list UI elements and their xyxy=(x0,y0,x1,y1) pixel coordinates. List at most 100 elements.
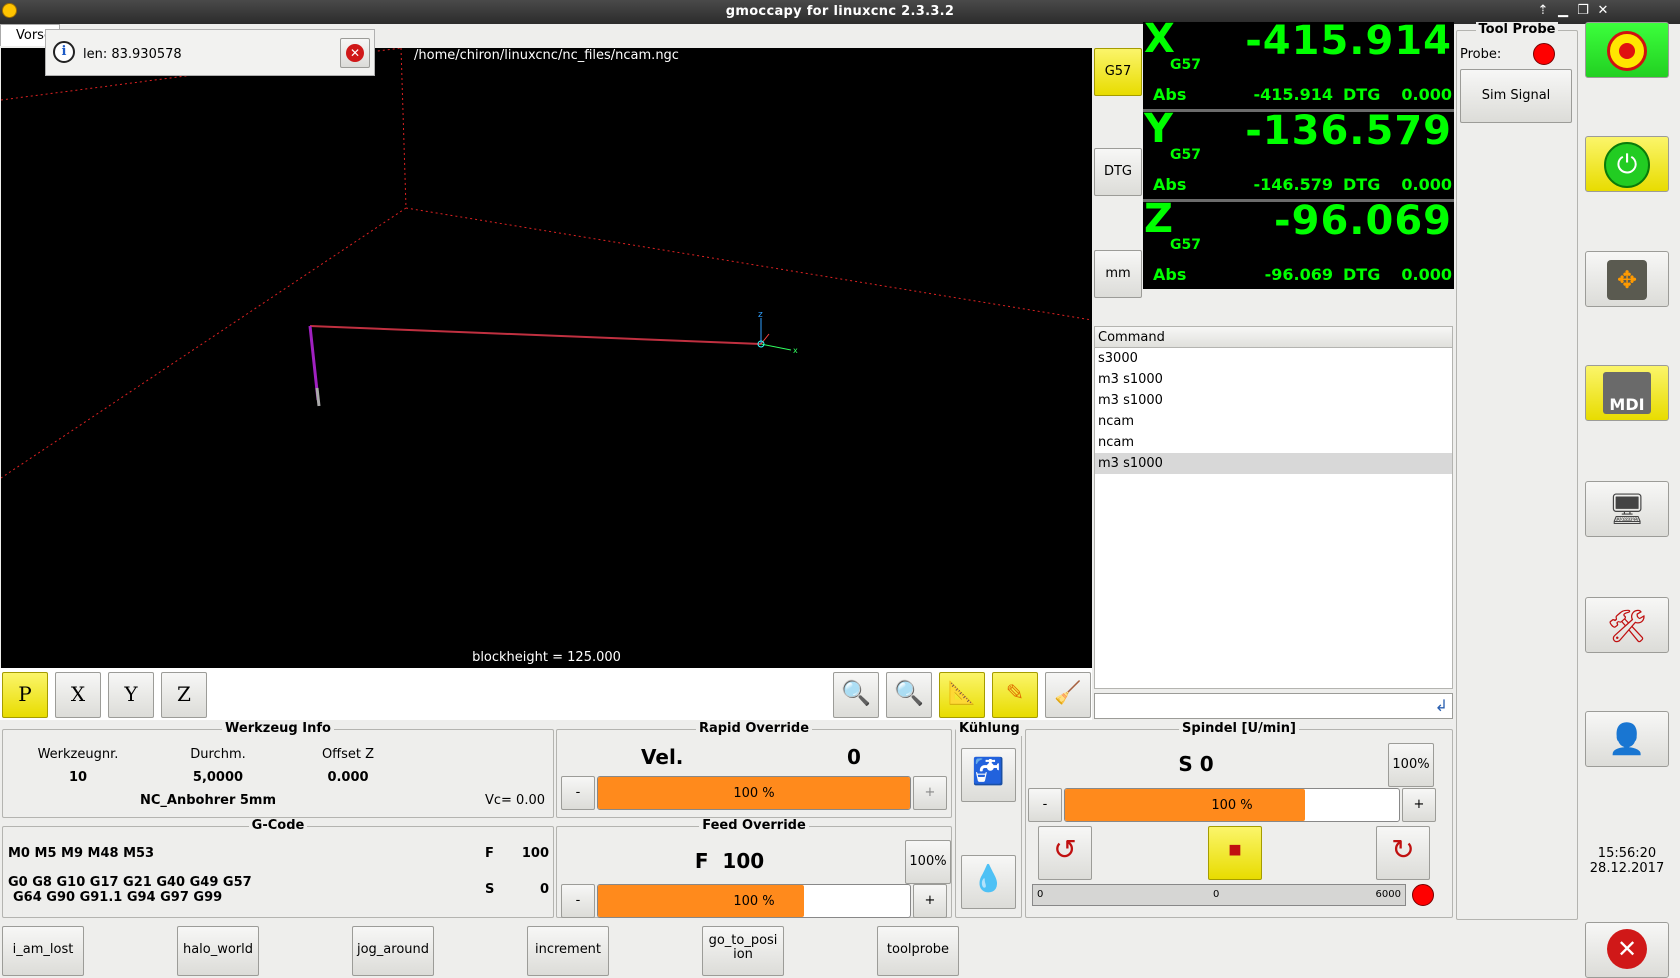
window-maximize-icon[interactable]: ❐ xyxy=(1575,3,1591,19)
macro-label: increment xyxy=(534,942,602,957)
close-info-button[interactable]: ✕ xyxy=(340,38,370,68)
spindle-plus-button[interactable]: + xyxy=(1402,788,1436,822)
list-item[interactable]: ncam xyxy=(1095,411,1452,432)
abs-label: Abs xyxy=(1153,85,1187,104)
plus-label: + xyxy=(1413,797,1425,812)
coord-system-label: G57 xyxy=(1104,64,1132,79)
units-button[interactable]: mm xyxy=(1094,250,1142,298)
show-dimensions-button[interactable]: 📐 xyxy=(939,672,985,718)
view-x-button[interactable]: X xyxy=(55,672,101,718)
macro-button-i-am-lost[interactable]: i_am_lost xyxy=(2,926,84,976)
gcode-title-wrap: G-Code xyxy=(3,818,553,833)
dtg-label: DTG xyxy=(1343,85,1381,104)
machine-power-button[interactable]: ⏻ xyxy=(1585,136,1669,192)
spindle-stop-button[interactable]: ⏹ xyxy=(1208,826,1262,880)
flood-coolant-button[interactable]: 🚰 xyxy=(961,748,1016,802)
rapid-minus-button[interactable]: - xyxy=(561,776,595,810)
list-item[interactable]: ncam xyxy=(1095,432,1452,453)
feed-value: 100 xyxy=(521,846,549,861)
sim-signal-button[interactable]: Sim Signal xyxy=(1460,69,1572,123)
coord-system-button[interactable]: G57 xyxy=(1094,48,1142,96)
spindle-reset-button[interactable]: 100% xyxy=(1388,743,1434,787)
abs-value: -96.069 xyxy=(1264,265,1333,284)
macro-button-increment[interactable]: increment xyxy=(527,926,609,976)
mist-coolant-button[interactable]: 💧 xyxy=(961,855,1016,909)
abs-value: -146.579 xyxy=(1253,175,1333,194)
rapid-plus-button[interactable]: + xyxy=(913,776,947,810)
feed-reset-label: 100% xyxy=(909,854,947,869)
spindle-panel: Spindel [U/min] S 0 100% - 100 % + ↺ ⏹ ↻… xyxy=(1025,721,1453,918)
clear-plot-button[interactable]: 🧹 xyxy=(1045,672,1091,718)
spindle-forward-button[interactable]: ↺ xyxy=(1038,826,1092,880)
feed-plus-button[interactable]: + xyxy=(913,884,947,918)
view-p-label: P xyxy=(18,682,32,706)
view-y-button[interactable]: Y xyxy=(108,672,154,718)
macro-button-jog-around[interactable]: jog_around xyxy=(352,926,434,976)
spindle-title-wrap: Spindel [U/min] xyxy=(1026,721,1452,736)
list-item[interactable]: m3 s1000 xyxy=(1095,369,1452,390)
command-history[interactable]: Command s3000 m3 s1000 m3 s1000 ncam nca… xyxy=(1094,326,1453,689)
settings-button[interactable]: 🛠 xyxy=(1585,597,1669,653)
plus-label: + xyxy=(924,785,936,800)
probe-led xyxy=(1533,43,1555,65)
macro-button-halo-world[interactable]: halo_world xyxy=(177,926,259,976)
view-z-button[interactable]: Z xyxy=(161,672,207,718)
feed-display: F 100 xyxy=(694,849,765,873)
mdi-input[interactable]: ↲ xyxy=(1094,693,1453,719)
window-minimize-icon[interactable]: ▁ xyxy=(1555,3,1571,19)
mdi-mode-button[interactable]: MDI xyxy=(1585,365,1669,421)
dtg-value: 0.000 xyxy=(1401,175,1452,194)
macro-label: halo_world xyxy=(182,942,254,957)
spindle-speed: S 0 xyxy=(1178,752,1214,776)
estop-button[interactable] xyxy=(1585,22,1669,78)
macro-label: i_am_lost xyxy=(12,942,74,957)
list-item-selected[interactable]: m3 s1000 xyxy=(1095,453,1452,474)
auto-mode-button[interactable]: 🖥 xyxy=(1585,481,1669,537)
dtg-button[interactable]: DTG xyxy=(1094,148,1142,196)
zoom-out-button[interactable]: 🔍 xyxy=(886,672,932,718)
rapid-override-title: Rapid Override xyxy=(695,721,813,736)
manual-mode-button[interactable]: ✥ xyxy=(1585,251,1669,307)
broom-icon: 🧹 xyxy=(1054,681,1082,706)
mdi-icon: MDI xyxy=(1603,372,1651,414)
tool-info-panel: Werkzeug Info Werkzeugnr. Durchm. Offset… xyxy=(2,721,554,818)
spindle-override-bar[interactable]: 100 % xyxy=(1064,788,1400,822)
toolpath-plot: z x xyxy=(1,48,1092,479)
macro-label: toolprobe xyxy=(886,942,950,957)
feed-minus-button[interactable]: - xyxy=(561,884,595,918)
spindle-reverse-button[interactable]: ↻ xyxy=(1376,826,1430,880)
user-tabs-button[interactable]: 👤 xyxy=(1585,711,1669,767)
axis-value: -415.914 xyxy=(1245,18,1452,64)
feed-override-title: Feed Override xyxy=(699,818,809,833)
list-item[interactable]: s3000 xyxy=(1095,348,1452,369)
exit-button[interactable]: ✕ xyxy=(1585,922,1669,978)
rapid-override-bar[interactable]: 100 % xyxy=(597,776,911,810)
view-p-button[interactable]: P xyxy=(2,672,48,718)
list-item[interactable]: m3 s1000 xyxy=(1095,390,1452,411)
macro-button-go-to-position[interactable]: go_to_posi ion xyxy=(702,926,784,976)
zoom-out-icon: 🔍 xyxy=(894,679,924,707)
macro-button-toolprobe[interactable]: toolprobe xyxy=(877,926,959,976)
zoom-in-button[interactable]: 🔍 xyxy=(833,672,879,718)
minus-label: - xyxy=(575,893,581,908)
active-gcodes-1: G0 G8 G10 G17 G21 G40 G49 G57 xyxy=(8,875,252,890)
vel-value: 0 xyxy=(847,745,861,769)
minus-label: - xyxy=(1042,797,1048,812)
window-up-icon[interactable]: ⇡ xyxy=(1535,3,1551,19)
active-mcodes: M0 M5 M9 M48 M53 xyxy=(8,846,155,861)
dro-x[interactable]: X G57 -415.914 Abs -415.914 DTG 0.000 xyxy=(1143,16,1454,109)
gcode-preview[interactable]: z x /home/chiron/linuxcnc/nc_files/ncam.… xyxy=(1,48,1092,668)
feed-reset-button[interactable]: 100% xyxy=(905,840,951,884)
info-icon: i xyxy=(53,41,75,63)
dro-z[interactable]: Z G57 -96.069 Abs -96.069 DTG 0.000 xyxy=(1143,196,1454,289)
dtg-value: 0.000 xyxy=(1401,85,1452,104)
offset-z-header: Offset Z xyxy=(321,747,375,762)
show-tool-path-button[interactable]: ✎ xyxy=(992,672,1038,718)
window-close-icon[interactable]: ✕ xyxy=(1595,3,1611,19)
spindle-minus-button[interactable]: - xyxy=(1028,788,1062,822)
diameter-value: 5,0000 xyxy=(192,770,244,785)
feed-override-bar[interactable]: 100 % xyxy=(597,884,911,918)
dro-y[interactable]: Y G57 -136.579 Abs -146.579 DTG 0.000 xyxy=(1143,106,1454,199)
command-header: Command xyxy=(1095,327,1452,348)
probe-label: Probe: xyxy=(1460,47,1502,62)
